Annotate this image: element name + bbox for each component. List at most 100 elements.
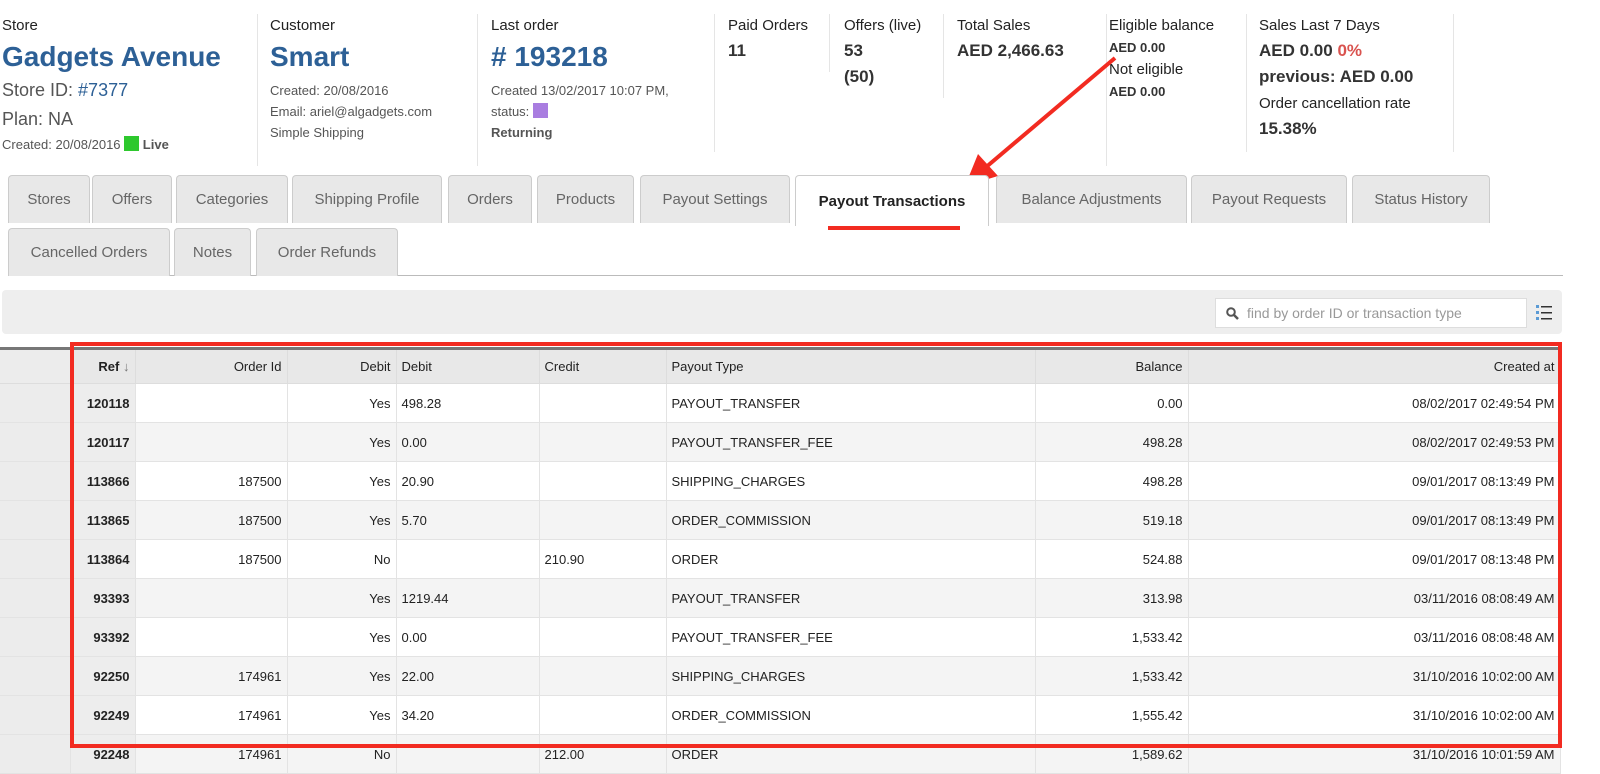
cell-debit: 498.28 [395,383,540,423]
column-header-order-id[interactable]: Order Id [134,347,288,384]
tab-payout-requests[interactable]: Payout Requests [1191,175,1347,223]
column-header-ref[interactable]: Ref ↓ [69,347,136,384]
cell-order-id: 187500 [134,500,288,540]
cell-balance: 1,555.42 [1034,695,1189,735]
cell-order-id [134,383,288,423]
tab-status-history[interactable]: Status History [1352,175,1490,223]
cell-debit: Yes [286,422,397,462]
tab-payout-settings[interactable]: Payout Settings [640,175,790,223]
column-header-debit[interactable]: Debit [395,347,540,384]
offers-value: 53 [844,41,863,60]
cell-payout-type: PAYOUT_TRANSFER [665,383,1036,423]
cell-balance: 524.88 [1034,539,1189,579]
column-header-balance[interactable]: Balance [1034,347,1189,384]
cell-created-at: 09/01/2017 08:13:48 PM [1187,539,1561,579]
cell-credit [538,695,667,735]
tab-orders[interactable]: Orders [448,175,532,223]
column-header-label: Payout Type [671,359,744,374]
cell-order-id: 187500 [134,461,288,501]
column-header-credit[interactable]: Credit [538,347,667,384]
cell-created-at: 03/11/2016 08:08:49 AM [1187,578,1561,618]
cell-payout-type: ORDER_COMMISSION [665,695,1036,735]
cell-debit: Yes [286,578,397,618]
tab-products[interactable]: Products [537,175,634,223]
cell-credit [538,383,667,423]
cell-balance: 519.18 [1034,500,1189,540]
column-header-created-at[interactable]: Created at [1187,347,1561,384]
tab-categories[interactable]: Categories [176,175,288,223]
cell-debit: Yes [286,461,397,501]
table-row[interactable]: 92248 174961 No 212.00 ORDER 1,589.62 31/10/20… [0,734,1561,774]
column-header-payout-type[interactable]: Payout Type [665,347,1036,384]
cell-ref: 93392 [69,617,136,657]
last-order-number[interactable]: # 193218 [491,38,714,76]
total-sales-value: AED 2,466.63 [957,41,1064,60]
cell-created-at: 08/02/2017 02:49:54 PM [1187,383,1561,423]
table-row[interactable]: 120117 Yes 0.00 PAYOUT_TRANSFER_FEE 498.28 08… [0,422,1561,462]
cell-debit [395,539,540,579]
table-row[interactable]: 92250 174961 Yes 22.00 SHIPPING_CHARGES 1,533… [0,656,1561,696]
store-created: Created: 20/08/2016 [2,137,121,152]
row-gutter [0,461,71,501]
cell-created-at: 08/02/2017 02:49:53 PM [1187,422,1561,462]
tab-order-refunds[interactable]: Order Refunds [256,228,398,276]
customer-created: Created: 20/08/2016 [270,83,389,98]
cell-balance: 1,533.42 [1034,617,1189,657]
last-order-created: Created 13/02/2017 10:07 PM, [491,83,669,98]
column-header-label: Order Id [233,359,282,374]
tab-balance-adjustments[interactable]: Balance Adjustments [996,175,1187,223]
store-status: Live [142,137,169,152]
tab-offers[interactable]: Offers [92,175,172,223]
cell-order-id [134,422,288,462]
tab-stores[interactable]: Stores [8,175,90,223]
tab-shipping-profile[interactable]: Shipping Profile [292,175,442,223]
column-header-label: Debit [401,359,432,374]
cell-ref: 92249 [69,695,136,735]
paid-orders-label: Paid Orders [728,17,809,34]
cell-order-id [134,617,288,657]
row-gutter-header [0,347,71,384]
cell-order-id: 174961 [134,734,288,774]
eligible-label: Eligible balance [1109,17,1215,34]
cell-ref: 120117 [69,422,136,462]
table-row[interactable]: 113865 187500 Yes 5.70 ORDER_COMMISSION 519.1… [0,500,1561,540]
column-header-debit[interactable]: Debit [286,347,397,384]
cell-order-id: 187500 [134,539,288,579]
search-input[interactable]: find by order ID or transaction type [1215,298,1527,328]
table-row[interactable]: 113864 187500 No 210.90 ORDER 524.88 09/01/201… [0,539,1561,579]
store-id-label: Store ID: [2,80,74,100]
order-status-indicator [532,103,548,118]
cell-ref: 92248 [69,734,136,774]
cell-payout-type: ORDER [665,539,1036,579]
store-id-link[interactable]: #7377 [78,80,128,100]
tab-notes[interactable]: Notes [174,228,251,276]
offers-stat: Offers (live) 53 (50) [842,14,944,98]
last-order-type: Returning [491,125,553,140]
cell-debit: Yes [286,617,397,657]
live-status-indicator [124,136,140,151]
column-list-icon[interactable] [1536,304,1552,320]
tab-cancelled-orders[interactable]: Cancelled Orders [8,228,170,276]
row-gutter [0,656,71,696]
tab-payout-transactions[interactable]: Payout Transactions [795,175,989,226]
customer-name[interactable]: Smart [270,38,477,76]
total-sales-label: Total Sales [957,17,1031,34]
cell-debit [395,734,540,774]
row-gutter [0,617,71,657]
table-row[interactable]: 93392 Yes 0.00 PAYOUT_TRANSFER_FEE 1,533.42 0… [0,617,1561,657]
cell-credit [538,422,667,462]
last-order-block: Last order # 193218 Created 13/02/2017 1… [489,14,715,152]
cancel-rate-value: 15.38% [1259,119,1317,138]
store-name[interactable]: Gadgets Avenue [2,38,257,76]
cell-credit [538,656,667,696]
table-row[interactable]: 92249 174961 Yes 34.20 ORDER_COMMISSION 1,555… [0,695,1561,735]
cell-payout-type: ORDER [665,734,1036,774]
customer-email: Email: ariel@algadgets.com [270,104,433,119]
not-eligible-value: AED 0.00 [1109,84,1166,99]
table-row[interactable]: 120118 Yes 498.28 PAYOUT_TRANSFER 0.00 08/02/… [0,383,1561,423]
cell-balance: 313.98 [1034,578,1189,618]
table-row[interactable]: 113866 187500 Yes 20.90 SHIPPING_CHARGES 498.… [0,461,1561,501]
table-row[interactable]: 93393 Yes 1219.44 PAYOUT_TRANSFER 313.98 03/1… [0,578,1561,618]
row-gutter [0,734,71,774]
customer-block: Customer Smart Created: 20/08/2016 Email… [268,14,478,166]
